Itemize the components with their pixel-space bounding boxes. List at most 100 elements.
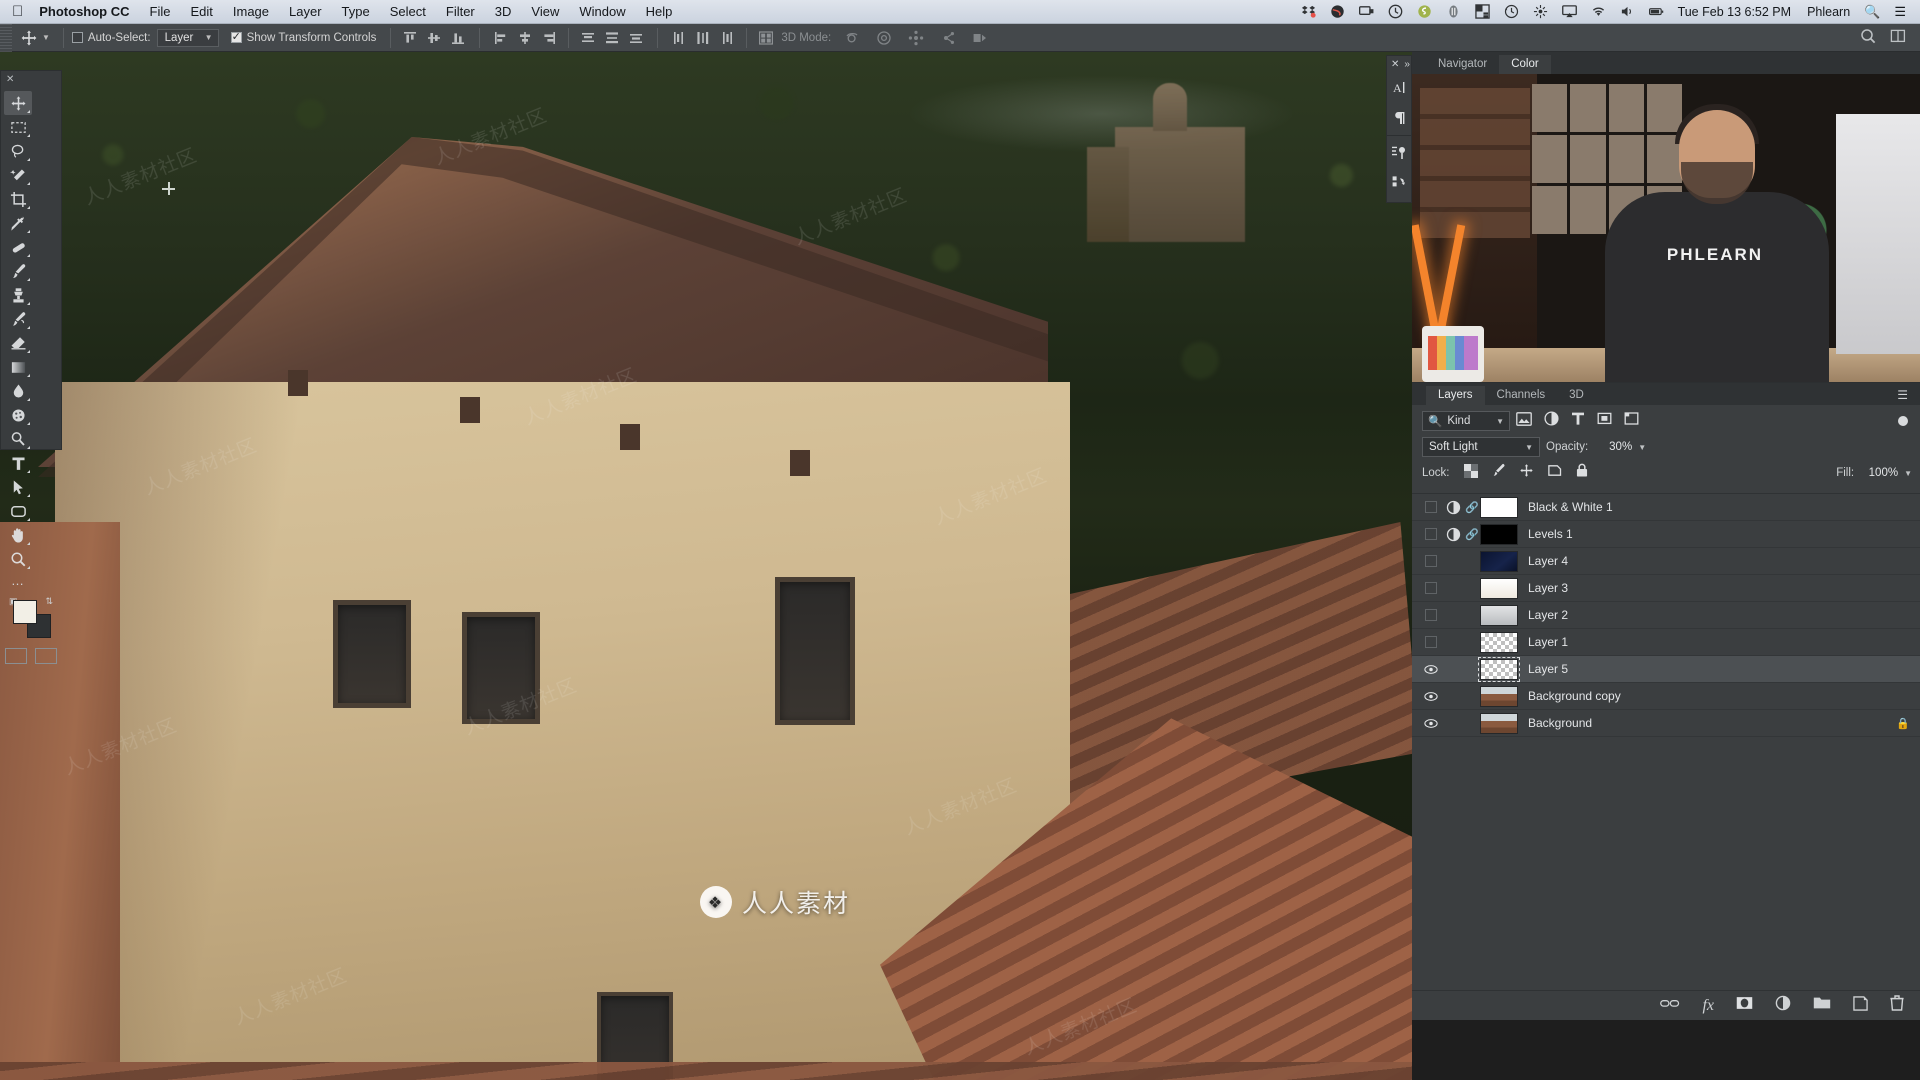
- tool-zoom[interactable]: [4, 547, 32, 571]
- distribute-horizontal-centers-button[interactable]: [692, 27, 714, 49]
- layer-visibility-toggle[interactable]: [1420, 636, 1442, 648]
- roll-3d-icon[interactable]: [873, 27, 895, 49]
- close-icon[interactable]: ✕: [6, 74, 14, 85]
- smart-object-filter-icon[interactable]: [1624, 411, 1639, 431]
- close-icon[interactable]: ✕: [1391, 59, 1399, 70]
- layer-name[interactable]: Background: [1528, 716, 1592, 730]
- layer-name[interactable]: Levels 1: [1528, 527, 1573, 541]
- tool-rectangular-marquee[interactable]: [4, 115, 32, 139]
- new-group-icon[interactable]: [1813, 996, 1831, 1015]
- lock-all-icon[interactable]: [1575, 463, 1589, 483]
- layer-visibility-toggle[interactable]: [1420, 609, 1442, 621]
- lock-position-icon[interactable]: [1519, 463, 1534, 483]
- tool-blur[interactable]: [4, 379, 32, 403]
- layer-visibility-toggle[interactable]: [1420, 555, 1442, 567]
- layer-mask-link-icon[interactable]: 🔗: [1464, 501, 1480, 514]
- distribute-bottom-edges-button[interactable]: [625, 27, 647, 49]
- tool-hand[interactable]: [4, 523, 32, 547]
- align-vertical-centers-button[interactable]: [423, 27, 445, 49]
- foreground-color-swatch[interactable]: [13, 600, 37, 624]
- timemachine-icon[interactable]: [1504, 4, 1519, 19]
- filter-toggle-icon[interactable]: [1898, 416, 1908, 426]
- display-icon[interactable]: [1358, 4, 1374, 19]
- slide-3d-icon[interactable]: [937, 27, 959, 49]
- blend-mode-dropdown[interactable]: Soft Light ▼: [1422, 437, 1540, 457]
- menu-filter[interactable]: Filter: [446, 4, 475, 19]
- tab-navigator[interactable]: Navigator: [1426, 55, 1499, 74]
- layer-visibility-toggle[interactable]: [1420, 718, 1442, 729]
- current-tool-preset[interactable]: ▼: [15, 29, 55, 47]
- arrange-documents-icon[interactable]: [1890, 28, 1906, 47]
- show-transform-controls-checkbox[interactable]: [230, 30, 242, 43]
- layer-row-black-and-white-1[interactable]: 🔗 Black & White 1: [1412, 494, 1920, 521]
- character-panel-icon[interactable]: A: [1387, 73, 1413, 103]
- align-top-edges-button[interactable]: [399, 27, 421, 49]
- layer-name[interactable]: Layer 3: [1528, 581, 1568, 595]
- delete-layer-icon[interactable]: [1890, 995, 1904, 1016]
- layer-row-background[interactable]: Background 🔒: [1412, 710, 1920, 737]
- layer-name[interactable]: Black & White 1: [1528, 500, 1613, 514]
- tab-channels[interactable]: Channels: [1485, 386, 1558, 405]
- rotate-3d-icon[interactable]: [841, 27, 863, 49]
- menu-file[interactable]: File: [150, 4, 171, 19]
- align-left-edges-button[interactable]: [490, 27, 512, 49]
- battery-status-icon[interactable]: [1648, 4, 1664, 19]
- menu-view[interactable]: View: [531, 4, 559, 19]
- layer-name[interactable]: Layer 1: [1528, 635, 1568, 649]
- chevron-down-icon[interactable]: ▼: [42, 33, 50, 42]
- type-layers-filter-icon[interactable]: [1571, 411, 1585, 431]
- layer-name[interactable]: Layer 4: [1528, 554, 1568, 568]
- tab-layers[interactable]: Layers: [1426, 386, 1485, 405]
- auto-align-layers-button[interactable]: [755, 27, 777, 49]
- tool-lasso[interactable]: [4, 139, 32, 163]
- menu-window[interactable]: Window: [579, 4, 625, 19]
- distribute-right-edges-button[interactable]: [716, 27, 738, 49]
- link-layers-icon[interactable]: [1660, 997, 1680, 1015]
- layer-row-layer-5[interactable]: Layer 5: [1412, 656, 1920, 683]
- auto-select-checkbox[interactable]: [71, 32, 83, 43]
- layer-visibility-toggle[interactable]: [1420, 582, 1442, 594]
- clock-icon[interactable]: [1388, 4, 1403, 19]
- volume-icon[interactable]: [1620, 4, 1635, 19]
- layer-thumbnail[interactable]: [1480, 550, 1518, 572]
- layer-visibility-toggle[interactable]: [1420, 664, 1442, 675]
- paragraph-panel-icon[interactable]: [1387, 103, 1413, 133]
- layer-thumbnail[interactable]: [1478, 656, 1520, 682]
- tool-move[interactable]: [4, 91, 32, 115]
- menu-layer[interactable]: Layer: [289, 4, 322, 19]
- menu-image[interactable]: Image: [233, 4, 269, 19]
- pixel-layers-filter-icon[interactable]: [1516, 411, 1532, 431]
- layer-mask-thumbnail[interactable]: [1480, 496, 1518, 518]
- tool-brush[interactable]: [4, 259, 32, 283]
- layer-filter-kind-dropdown[interactable]: 🔍 Kind ▼: [1422, 411, 1510, 431]
- lock-image-pixels-icon[interactable]: [1491, 463, 1506, 483]
- adjustment-layers-filter-icon[interactable]: [1544, 411, 1559, 431]
- lock-transparent-pixels-icon[interactable]: [1463, 463, 1478, 483]
- menu-select[interactable]: Select: [390, 4, 426, 19]
- tool-gradient[interactable]: [4, 355, 32, 379]
- history-panel-icon[interactable]: [1387, 168, 1413, 198]
- auto-select-scope-dropdown[interactable]: Layer ▼: [156, 28, 219, 47]
- more-tools-button[interactable]: …: [1, 571, 61, 592]
- layers-list[interactable]: 🔗 Black & White 1 🔗 Levels 1 Layer 4 Lay…: [1412, 493, 1920, 990]
- distribute-left-edges-button[interactable]: [668, 27, 690, 49]
- window-tile-icon[interactable]: [1474, 4, 1490, 19]
- airplay-icon[interactable]: [1561, 4, 1577, 19]
- layer-row-layer-4[interactable]: Layer 4: [1412, 548, 1920, 575]
- brush-presets-icon[interactable]: [1387, 138, 1413, 168]
- fill-stepper-icon[interactable]: ▼: [1904, 469, 1912, 478]
- add-layer-style-icon[interactable]: fx: [1702, 997, 1714, 1015]
- align-right-edges-button[interactable]: [538, 27, 560, 49]
- distribute-vertical-centers-button[interactable]: [601, 27, 623, 49]
- layer-name[interactable]: Layer 5: [1528, 662, 1568, 676]
- tool-eyedropper[interactable]: [4, 211, 32, 235]
- shape-layers-filter-icon[interactable]: [1597, 411, 1612, 431]
- layer-row-levels-1[interactable]: 🔗 Levels 1: [1412, 521, 1920, 548]
- menubar-clock[interactable]: Tue Feb 13 6:52 PM: [1678, 5, 1792, 19]
- add-layer-mask-icon[interactable]: [1736, 996, 1753, 1015]
- menu-edit[interactable]: Edit: [190, 4, 212, 19]
- shortcuts-icon[interactable]: [1533, 4, 1548, 19]
- tool-quick-selection[interactable]: [4, 163, 32, 187]
- tool-clone-stamp[interactable]: [4, 283, 32, 307]
- dropbox-icon[interactable]: [1301, 4, 1316, 19]
